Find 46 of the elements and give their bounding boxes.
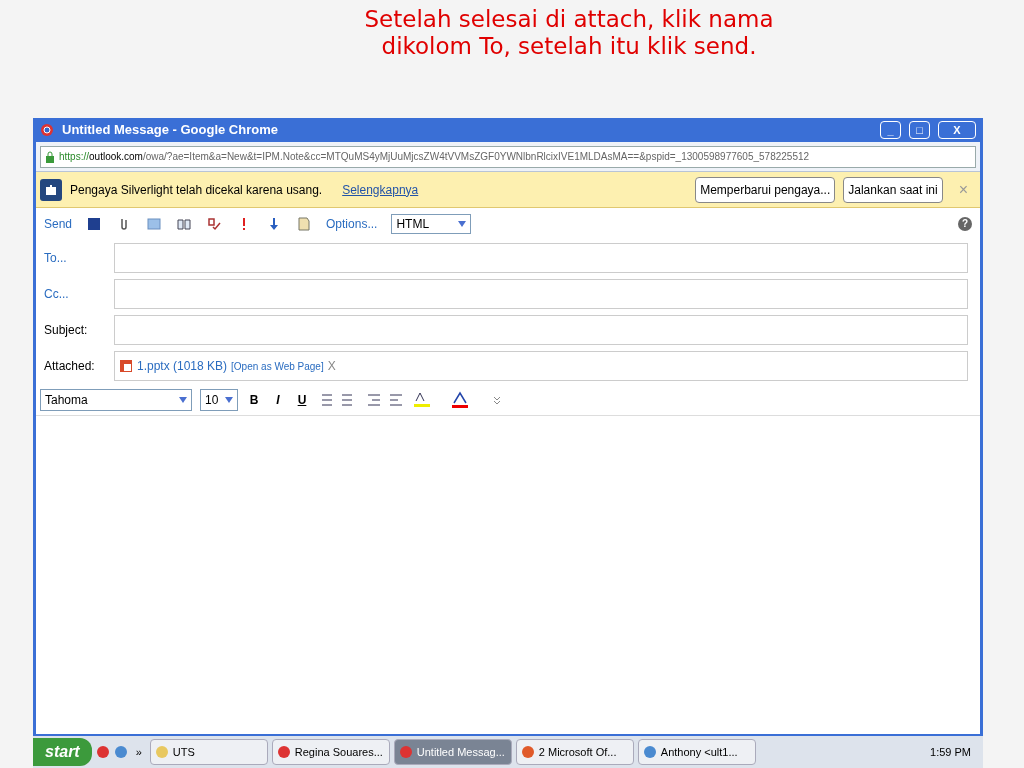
- learn-more-link[interactable]: Selengkapnya: [342, 180, 419, 199]
- format-button[interactable]: B: [246, 390, 262, 409]
- font-select[interactable]: Tahoma: [40, 388, 192, 411]
- field-label[interactable]: To...: [44, 249, 106, 267]
- taskbar-item[interactable]: 2 Microsoft Of...: [515, 739, 634, 765]
- info-bar-button[interactable]: Jalankan saat ini: [843, 176, 943, 203]
- field-label[interactable]: Cc...: [44, 285, 106, 303]
- clock: 1:59 PM: [930, 744, 972, 760]
- help-button[interactable]: ?: [958, 217, 972, 231]
- format-button[interactable]: I: [270, 390, 286, 409]
- options-button[interactable]: Options...: [326, 215, 378, 233]
- save-icon[interactable]: [86, 216, 103, 232]
- taskbar-item[interactable]: Anthony <ult1...: [637, 739, 756, 765]
- field-label: Subject:: [44, 322, 89, 339]
- caret-icon: [179, 396, 187, 403]
- info-message: Pengaya Silverlight telah dicekal karena usang.: [70, 181, 323, 199]
- field-label: Attached:: [44, 358, 96, 375]
- instruction-text: Setelah selesai di attach, klik nama dikolom To, setelah itu klik send.: [363, 6, 775, 60]
- attachment-link[interactable]: 1.pptx (1018 KB): [137, 357, 228, 375]
- address-field[interactable]: [114, 279, 968, 309]
- window-control[interactable]: X: [938, 121, 976, 139]
- format-select[interactable]: HTML: [391, 214, 472, 234]
- taskbar-item[interactable]: UTS: [149, 739, 268, 765]
- remove-button[interactable]: X: [327, 357, 336, 375]
- open-web-page-link[interactable]: [Open as Web Page]: [231, 358, 324, 374]
- start-button[interactable]: start: [33, 738, 92, 766]
- caret-icon: [458, 221, 467, 227]
- image-icon[interactable]: [146, 216, 163, 232]
- address-field[interactable]: [114, 315, 968, 345]
- window-title: Untitled Message - Google Chrome: [62, 121, 278, 140]
- more-chevron[interactable]: »: [131, 743, 146, 761]
- lock-icon: [45, 150, 55, 163]
- taskbar-item[interactable]: Untitled Messag...: [393, 739, 512, 765]
- taskbar-item[interactable]: Regina Souares...: [271, 739, 390, 765]
- format-button[interactable]: U: [294, 390, 310, 409]
- window-control[interactable]: _: [880, 121, 901, 139]
- address-field[interactable]: [114, 243, 968, 273]
- puzzle-icon: [40, 178, 62, 201]
- file-icon: [119, 359, 133, 373]
- caret-icon: [225, 396, 233, 403]
- window-control[interactable]: □: [909, 121, 930, 139]
- url-text: https://outlook.com/owa/?ae=Item&a=New&t=IPM.Note&cc=MTQuMS4yMjUuMjcsZW4tVVMsZGF0YWNlbnRlcixIVE1MLDAsMA==&pspid=_1300598977605_578225512: [59, 150, 810, 164]
- size-select[interactable]: 10: [200, 388, 238, 411]
- address-bar[interactable]: https://outlook.com/owa/?ae=Item&a=New&t=IPM.Note&cc=MTQuMS4yMjUuMjcsZW4tVVMsZGF0YWNlbnRlcixIVE1MLDAsMA==&pspid=_1300598977605_578225512: [40, 145, 976, 168]
- info-bar-button[interactable]: Memperbarui pengaya...: [695, 176, 836, 203]
- send-button[interactable]: Send: [44, 215, 73, 233]
